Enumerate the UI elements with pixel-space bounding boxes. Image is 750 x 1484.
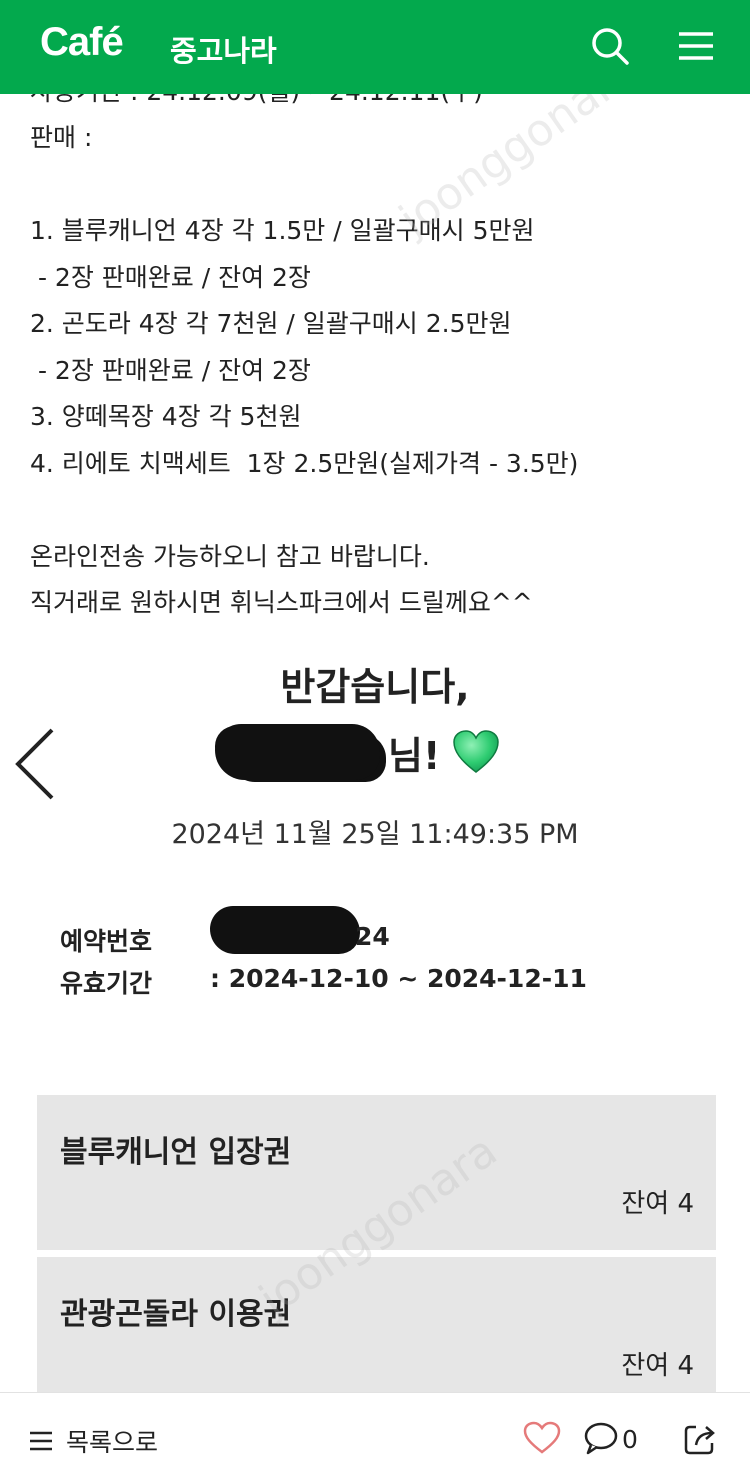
back-arrow-icon[interactable] [10, 726, 60, 802]
post-line: - 2장 판매완료 / 잔여 2장 [30, 262, 311, 292]
validity-period: : 2024-12-10 ~ 2024-12-11 [210, 964, 587, 993]
greeting-suffix: 님! [388, 733, 441, 778]
greeting-title: 반갑습니다, [280, 665, 470, 709]
cafe-logo[interactable]: Café [40, 20, 124, 65]
comment-count: 0 [622, 1425, 638, 1454]
ticket-item-name: 관광곤돌라 이용권 [60, 1297, 292, 1332]
back-to-list-label: 목록으로 [66, 1428, 159, 1457]
greeting-name-row: 님! [215, 722, 500, 782]
share-icon[interactable] [682, 1421, 718, 1457]
app-header: Café 중고나라 [0, 0, 750, 94]
post-body: 판매 : 1. 블루캐니언 4장 각 1.5만 / 일괄구매시 5만원 - 2장… [30, 115, 730, 627]
post-line: 2. 곤도라 4장 각 7천원 / 일괄구매시 2.5만원 [30, 309, 512, 338]
post-line [30, 487, 730, 534]
post-line: - 2장 판매완료 / 잔여 2장 [30, 355, 311, 385]
post-line: 3. 양떼목장 4장 각 5천원 [30, 402, 302, 431]
reservation-number-suffix: 24 [355, 922, 390, 951]
ticket-item-remaining: 잔여 4 [621, 1189, 694, 1219]
redacted-name [215, 724, 380, 780]
redacted-reservation-number [210, 906, 360, 954]
post-line: 직거래로 원하시면 휘닉스파크에서 드릴께요^^ [30, 588, 533, 617]
post-line: 4. 리에토 치맥세트 1장 2.5만원(실제가격 - 3.5만) [30, 448, 579, 478]
post-line [30, 162, 730, 209]
cafe-name[interactable]: 중고나라 [170, 28, 277, 70]
like-heart-icon[interactable] [523, 1421, 561, 1455]
green-heart-icon [453, 730, 500, 773]
reservation-label: 예약번호 [60, 927, 153, 956]
post-line: 1. 블루캐니언 4장 각 1.5만 / 일괄구매시 5만원 [30, 216, 535, 245]
validity-label: 유효기간 [60, 969, 153, 998]
issue-timestamp: 2024년 11월 25일 11:49:35 PM [171, 819, 579, 850]
ticket-item-remaining: 잔여 4 [621, 1351, 694, 1381]
list-icon [30, 1431, 52, 1451]
ticket-item-card: 관광곤돌라 이용권 잔여 4 [37, 1257, 716, 1412]
menu-icon[interactable] [676, 26, 716, 66]
ticket-item-card: 블루캐니언 입장권 잔여 4 [37, 1095, 716, 1250]
post-line: 온라인전송 가능하오니 참고 바랍니다. [30, 541, 430, 571]
search-icon[interactable] [590, 26, 630, 66]
bottom-action-bar: 목록으로 0 [0, 1392, 750, 1484]
back-to-list-button[interactable]: 목록으로 [28, 1423, 158, 1459]
post-line: 판매 : [30, 123, 93, 152]
ticket-item-name: 블루캐니언 입장권 [60, 1135, 292, 1170]
comment-icon[interactable] [583, 1421, 619, 1455]
